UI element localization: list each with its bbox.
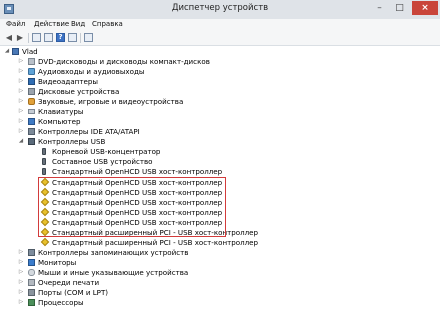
menu-view[interactable]: Вид (71, 20, 85, 28)
tree-root-label: Vlad (22, 47, 38, 56)
expand-arrow-icon[interactable]: ▷ (18, 127, 24, 136)
audio-icon (28, 68, 35, 75)
expand-arrow-icon[interactable]: ▷ (18, 258, 24, 267)
tree-item-label: Дисковые устройства (38, 87, 120, 96)
drive-icon (28, 58, 35, 65)
toolbar: ◀ ▶ ? (0, 31, 440, 46)
expand-arrow-icon[interactable]: ▷ (18, 57, 24, 66)
tree-item-label: Порты (COM и LPT) (38, 288, 109, 297)
port-icon (28, 289, 35, 296)
expand-arrow-icon[interactable]: ▷ (18, 298, 24, 307)
usb-child-label: Стандартный OpenHCD USB хост-контроллер (52, 167, 223, 176)
tree-item-label: Звуковые, игровые и видеоустройства (38, 97, 184, 106)
usb-child-label: Корневой USB-концентратор (52, 147, 161, 156)
properties-icon[interactable] (32, 33, 41, 42)
expand-arrow-icon[interactable]: ▷ (18, 117, 24, 126)
back-icon[interactable]: ◀ (4, 33, 14, 43)
expand-arrow-icon[interactable]: ▷ (18, 248, 24, 257)
warning-icon (40, 237, 50, 247)
menu-file[interactable]: Файл (6, 20, 25, 28)
usb-child-label: Составное USB устройство (52, 157, 153, 166)
usb-icon (28, 138, 35, 145)
panel-icon[interactable] (68, 33, 77, 42)
expand-arrow-icon[interactable]: ▷ (18, 278, 24, 287)
scan-icon[interactable] (84, 33, 93, 42)
computer-icon (12, 48, 19, 55)
usb-device-icon (42, 158, 46, 165)
expand-arrow-icon[interactable]: ▷ (18, 77, 24, 86)
tree-item-label: Контроллеры USB (38, 137, 106, 146)
storage-icon (28, 249, 35, 256)
annotation-highlight-box (38, 177, 226, 237)
disk-icon (28, 88, 35, 95)
tree-item-label: Клавиатуры (38, 107, 84, 116)
tree-item-label: Контроллеры запоминающих устройств (38, 248, 189, 257)
menu-bar: Файл Действие Вид Справка (0, 19, 440, 31)
computer-icon (28, 118, 35, 125)
print-queue-icon (28, 279, 35, 286)
usb-device-icon (42, 148, 46, 155)
keyboard-icon (28, 109, 35, 114)
title-bar[interactable]: Диспетчер устройств – □ × (0, 0, 440, 20)
menu-help[interactable]: Справка (92, 20, 123, 28)
tree-item-label: Мыши и иные указывающие устройства (38, 268, 189, 277)
ide-icon (28, 128, 35, 135)
list-icon[interactable] (44, 33, 53, 42)
mouse-icon (28, 269, 35, 276)
expand-arrow-icon[interactable]: ▷ (18, 107, 24, 116)
expand-arrow-icon[interactable]: ▷ (18, 97, 24, 106)
toolbar-separator (80, 33, 81, 43)
tree-item-label: Контроллеры IDE ATA/ATAPI (38, 127, 140, 136)
menu-action[interactable]: Действие (34, 20, 69, 28)
toolbar-separator (28, 33, 29, 43)
tree-item-label: Мониторы (38, 258, 77, 267)
display-adapter-icon (28, 78, 35, 85)
tree-item-label: Аудиовходы и аудиовыходы (38, 67, 145, 76)
tree-item-label: Видеоадаптеры (38, 77, 98, 86)
collapse-arrow-icon[interactable]: ◢ (18, 137, 24, 146)
expand-arrow-icon[interactable]: ▷ (18, 87, 24, 96)
tree-item-label: DVD-дисководы и дисководы компакт-дисков (38, 57, 210, 66)
collapse-arrow-icon[interactable]: ◢ (4, 47, 10, 56)
expand-arrow-icon[interactable]: ▷ (18, 67, 24, 76)
usb-device-icon (42, 168, 46, 175)
expand-arrow-icon[interactable]: ▷ (18, 288, 24, 297)
help-icon[interactable]: ? (56, 33, 65, 42)
device-manager-window: Диспетчер устройств – □ × Файл Действие … (0, 0, 440, 320)
close-button[interactable]: × (412, 1, 438, 15)
monitor-icon (28, 259, 35, 266)
minimize-button[interactable]: – (370, 1, 389, 15)
tree-item-label: Процессоры (38, 298, 84, 307)
sound-icon (28, 98, 35, 105)
expand-arrow-icon[interactable]: ▷ (18, 268, 24, 277)
tree-item-label: Очереди печати (38, 278, 100, 287)
forward-icon[interactable]: ▶ (15, 33, 25, 43)
tree-item-label: Компьютер (38, 117, 81, 126)
maximize-button[interactable]: □ (390, 1, 409, 15)
cpu-icon (28, 299, 35, 306)
usb-child-label: Стандартный расширенный PCI - USB хост-к… (52, 238, 259, 247)
